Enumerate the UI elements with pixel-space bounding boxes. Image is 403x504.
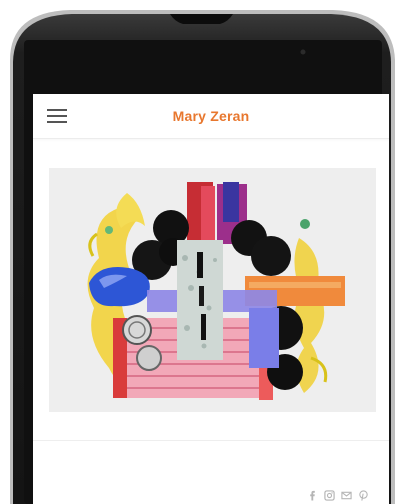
facebook-icon[interactable] [307, 490, 318, 501]
section-divider [33, 440, 389, 441]
device-mockup: Mary Zeran [0, 0, 403, 504]
app-header: Mary Zeran [33, 94, 389, 139]
phone-screen: Mary Zeran [33, 94, 389, 504]
social-links [307, 488, 369, 502]
email-icon[interactable] [341, 490, 352, 501]
pinterest-icon[interactable] [358, 489, 369, 501]
instagram-icon[interactable] [324, 489, 335, 501]
site-title[interactable]: Mary Zeran [33, 94, 389, 138]
artwork-image[interactable] [49, 168, 376, 412]
